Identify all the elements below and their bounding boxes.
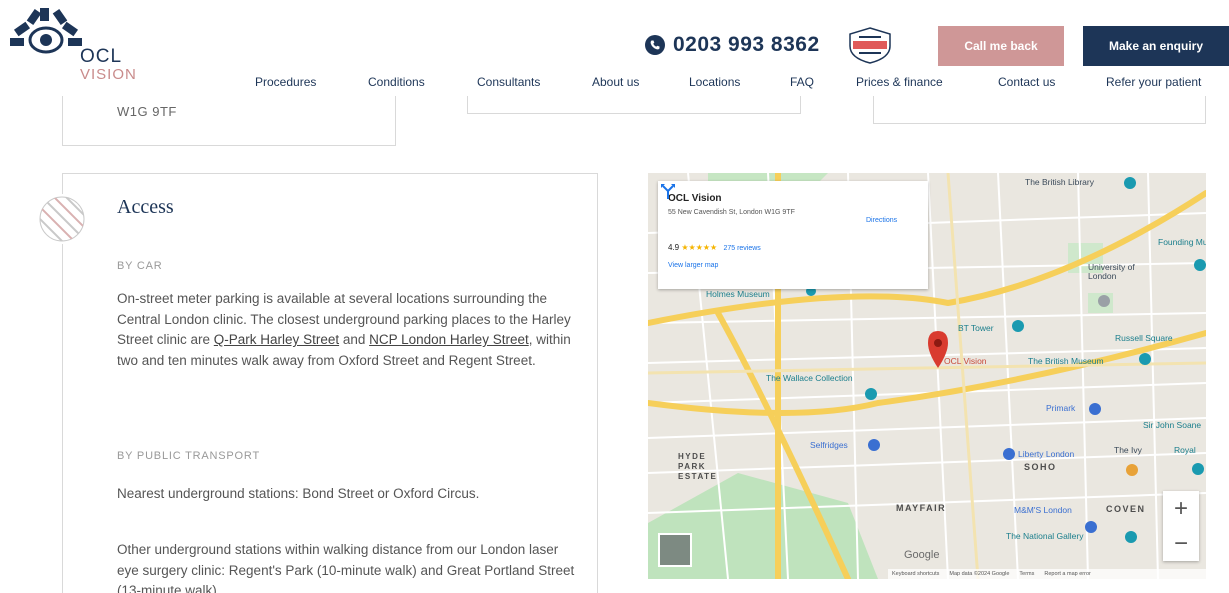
- ocl-vision-logo[interactable]: OCL VISION: [10, 8, 160, 88]
- by-car-text: and: [339, 332, 370, 347]
- zoom-out-button[interactable]: −: [1163, 526, 1199, 561]
- map-data-text: Map data ©2024 Google: [949, 571, 1010, 577]
- view-larger-map-link[interactable]: View larger map: [668, 262, 718, 269]
- phone-link[interactable]: 0203 993 8362: [645, 33, 820, 57]
- reviews-link[interactable]: 275 reviews: [723, 245, 760, 252]
- map-attribution: Keyboard shortcuts Map data ©2024 Google…: [888, 569, 1206, 579]
- map-label-primark[interactable]: Primark: [1046, 403, 1075, 413]
- map-area-mayfair: MAYFAIR: [896, 503, 947, 513]
- call-me-back-button[interactable]: Call me back: [938, 26, 1064, 66]
- zoom-in-button[interactable]: +: [1163, 491, 1199, 526]
- map-area-covent: COVEN: [1106, 504, 1146, 514]
- transport-paragraph-2: Other underground stations within walkin…: [117, 542, 575, 593]
- nav-item-faq[interactable]: FAQ: [790, 75, 814, 89]
- map-label-mms-london[interactable]: M&M'S London: [1014, 505, 1072, 515]
- zoom-controls: + −: [1163, 491, 1199, 561]
- logo-vision-text: VISION: [80, 66, 137, 83]
- map-place-card: OCL Vision 55 New Cavendish St, London W…: [658, 181, 928, 289]
- map-label-selfridges[interactable]: Selfridges: [810, 440, 848, 450]
- by-car-paragraph: On-street meter parking is available at …: [117, 289, 577, 371]
- map-label-british-library[interactable]: The British Library: [1025, 177, 1094, 187]
- google-map[interactable]: The British Library Founding Muse Univer…: [648, 173, 1206, 579]
- map-layer-toggle[interactable]: [658, 533, 692, 567]
- directions-icon[interactable]: [658, 181, 678, 201]
- map-label-bt-tower[interactable]: BT Tower: [958, 323, 994, 333]
- map-area-hyde-park-estate: HYDE PARK ESTATE: [678, 452, 718, 481]
- nav-item-contact-us[interactable]: Contact us: [998, 75, 1055, 89]
- nav-item-locations[interactable]: Locations: [689, 75, 740, 89]
- map-label-holmes-museum[interactable]: Holmes Museum: [706, 289, 770, 299]
- nav-item-about-us[interactable]: About us: [592, 75, 639, 89]
- address-postcode: W1G 9TF: [117, 104, 177, 119]
- place-address: 55 New Cavendish St, London W1G 9TF: [668, 209, 795, 216]
- nav-item-conditions[interactable]: Conditions: [368, 75, 425, 89]
- map-label-sir-john-soane[interactable]: Sir John Soane: [1143, 420, 1201, 430]
- phone-number: 0203 993 8362: [673, 33, 820, 56]
- directions-label[interactable]: Directions: [866, 217, 897, 224]
- map-area-soho: SOHO: [1024, 462, 1057, 472]
- by-public-transport-heading: BY PUBLIC TRANSPORT: [117, 450, 260, 462]
- ncp-london-harley-street-link[interactable]: NCP London Harley Street: [369, 332, 529, 347]
- map-label-university[interactable]: University of London: [1088, 263, 1148, 281]
- nav-item-refer-your-patient[interactable]: Refer your patient: [1106, 75, 1201, 89]
- access-heading: Access: [117, 196, 174, 218]
- map-label-national-gallery[interactable]: The National Gallery: [1006, 531, 1083, 541]
- transport-paragraph-1: Nearest underground stations: Bond Stree…: [117, 486, 480, 501]
- rating-stars-icon: ★★★★★: [681, 243, 718, 252]
- map-label-royal[interactable]: Royal: [1174, 445, 1196, 455]
- nav-item-consultants[interactable]: Consultants: [477, 75, 540, 89]
- nav-item-prices-finance[interactable]: Prices & finance: [856, 75, 943, 89]
- map-label-ocl-vision[interactable]: OCL Vision: [944, 356, 987, 366]
- terms-link[interactable]: Terms: [1019, 571, 1034, 577]
- rating-value: 4.9: [668, 243, 680, 252]
- map-label-russell-square[interactable]: Russell Square: [1115, 333, 1173, 343]
- keyboard-shortcuts-link[interactable]: Keyboard shortcuts: [892, 571, 939, 577]
- make-an-enquiry-button[interactable]: Make an enquiry: [1083, 26, 1229, 66]
- map-label-british-museum[interactable]: The British Museum: [1028, 356, 1104, 366]
- map-label-the-ivy[interactable]: The Ivy: [1114, 445, 1142, 455]
- map-label-founding-museum[interactable]: Founding Muse: [1158, 237, 1206, 247]
- q-park-harley-street-link[interactable]: Q-Park Harley Street: [214, 332, 339, 347]
- nav-item-procedures[interactable]: Procedures: [255, 75, 316, 89]
- by-car-heading: BY CAR: [117, 260, 163, 272]
- place-rating: 4.9 ★★★★★ 275 reviews: [668, 243, 761, 252]
- eye-logo-icon: [10, 8, 82, 54]
- logo-ocl-text: OCL: [80, 46, 123, 67]
- access-card: Access BY CAR On-street meter parking is…: [37, 173, 598, 593]
- site-header: OCL VISION 0203 993 8362 Call me back Ma…: [0, 0, 1229, 96]
- secure-badge-icon: [849, 27, 891, 64]
- phone-icon: [645, 35, 665, 55]
- report-map-error-link[interactable]: Report a map error: [1044, 571, 1090, 577]
- striped-circle-icon: [37, 194, 87, 244]
- map-label-wallace-collection[interactable]: The Wallace Collection: [766, 373, 853, 383]
- map-label-liberty-london[interactable]: Liberty London: [1018, 449, 1074, 459]
- google-logo: Google: [904, 549, 940, 561]
